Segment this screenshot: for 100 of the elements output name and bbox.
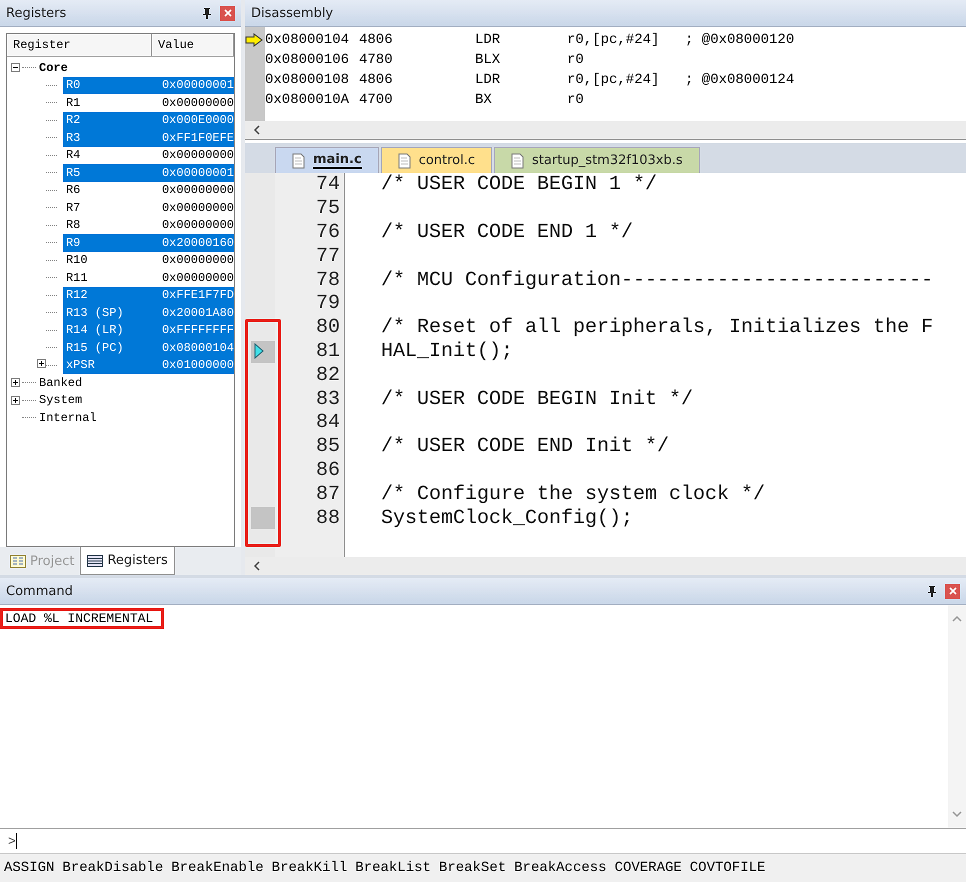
line-number: 81: [314, 340, 341, 364]
line-number: 83: [314, 387, 341, 411]
vertical-scrollbar[interactable]: [948, 605, 966, 828]
register-row[interactable]: R1 0x00000000: [62, 94, 234, 112]
line-number: 87: [314, 482, 341, 506]
register-value: 0x00000001: [162, 78, 234, 92]
panel-tab[interactable]: Registers: [80, 547, 175, 575]
line-number: 84: [314, 410, 341, 435]
register-name: xPSR: [64, 358, 96, 372]
tree-item[interactable]: Banked: [39, 376, 82, 390]
project-icon: [10, 554, 26, 568]
operands: r0: [567, 52, 585, 68]
address: 0x08000104: [265, 32, 350, 48]
opcode: 4806: [359, 72, 394, 88]
code-line: /* USER CODE BEGIN 1 */: [381, 173, 658, 196]
column-header[interactable]: Value: [152, 34, 234, 56]
code-line: /* Configure the system clock */: [381, 482, 766, 506]
register-name: R0: [64, 78, 82, 92]
register-row[interactable]: xPSR 0x01000000: [62, 356, 234, 374]
opcode: 4806: [359, 32, 394, 48]
register-row[interactable]: R12 0xFFE1F7FD: [62, 286, 234, 304]
opcode: 4780: [359, 52, 394, 68]
register-value: 0x00000000: [162, 253, 234, 268]
horizontal-scrollbar[interactable]: [245, 557, 966, 575]
register-name: R1: [64, 96, 82, 110]
mnemonic: BX: [475, 92, 493, 108]
register-row[interactable]: R11 0x00000000: [62, 269, 234, 286]
code-line: /* Reset of all peripherals, Initializes the F: [381, 316, 934, 340]
register-row[interactable]: R2 0x000E0000: [62, 112, 234, 129]
command-keyword: BreakAccess: [514, 860, 607, 876]
expand-toggle[interactable]: [11, 378, 21, 388]
register-row[interactable]: R13 (SP) 0x20001A80: [62, 304, 234, 322]
register-row[interactable]: R4 0x00000000: [62, 146, 234, 164]
comment: ; @0x08000124: [685, 72, 794, 88]
register-name: R4: [64, 148, 82, 162]
file-icon: [511, 152, 524, 168]
register-value: 0x000E0000: [162, 113, 234, 128]
register-name: R9: [64, 236, 82, 250]
opcode: 4700: [359, 92, 394, 108]
pin-icon[interactable]: [202, 7, 212, 19]
comment: ; @0x08000120: [685, 32, 794, 48]
expand-toggle[interactable]: [11, 63, 21, 72]
register-row[interactable]: R5 0x00000001: [62, 164, 234, 182]
register-row[interactable]: R8 0x00000000: [62, 216, 234, 234]
line-number: 77: [314, 244, 341, 268]
file-tab[interactable]: startup_stm32f103xb.s: [494, 147, 700, 173]
register-value: 0xFF1F0EFE: [162, 130, 234, 145]
panel-title: Registers: [6, 6, 68, 20]
line-number: 86: [314, 458, 341, 482]
file-tab[interactable]: main.c: [275, 147, 379, 173]
line-number: 79: [314, 292, 341, 316]
register-row[interactable]: R15 (PC) 0x08000104: [62, 339, 234, 356]
register-name: R15 (PC): [64, 340, 125, 355]
register-value: 0x00000000: [162, 96, 234, 110]
code-line: SystemClock_Config();: [381, 506, 634, 530]
operands: r0,[pc,#24]: [567, 32, 660, 48]
register-value: 0x00000000: [162, 148, 234, 162]
pin-icon[interactable]: [927, 585, 937, 597]
register-name: R5: [64, 166, 82, 180]
register-value: 0x08000104: [162, 340, 234, 355]
tree-item[interactable]: Internal: [39, 410, 97, 425]
line-number: 88: [314, 506, 341, 530]
register-value: 0x00000000: [162, 183, 234, 198]
tree-item[interactable]: System: [39, 393, 82, 408]
horizontal-scrollbar[interactable]: [245, 121, 966, 139]
register-name: R14 (LR): [64, 323, 125, 338]
line-number: 78: [314, 268, 341, 292]
register-name: R13 (SP): [64, 306, 125, 320]
register-row[interactable]: R6 0x00000000: [62, 182, 234, 199]
register-row[interactable]: R3 0xFF1F0EFE: [62, 129, 234, 146]
list-icon: [87, 554, 104, 566]
line-number: 82: [314, 363, 341, 388]
expand-toggle[interactable]: [11, 396, 21, 405]
file-icon: [292, 152, 305, 168]
register-row[interactable]: R14 (LR) 0xFFFFFFFF: [62, 322, 234, 339]
line-number: 75: [314, 196, 341, 221]
command-keyword: BreakKill: [272, 860, 348, 876]
register-value: 0x00000000: [162, 218, 234, 232]
register-name: R8: [64, 218, 82, 232]
register-value: 0xFFE1F7FD: [162, 288, 234, 302]
column-header[interactable]: Register: [7, 34, 152, 56]
register-row[interactable]: R9 0x20000160: [62, 234, 234, 252]
register-name: R12: [64, 288, 89, 302]
register-row[interactable]: R7 0x00000000: [62, 199, 234, 216]
address: 0x08000108: [265, 72, 350, 88]
register-row[interactable]: R0 0x00000001: [62, 76, 234, 94]
mnemonic: LDR: [475, 72, 502, 88]
register-value: 0x00000000: [162, 270, 234, 285]
close-icon: [224, 9, 232, 17]
register-row[interactable]: R10 0x00000000: [62, 252, 234, 269]
line-number: 85: [314, 434, 341, 459]
close-button[interactable]: [945, 584, 960, 598]
tree-item[interactable]: Core: [39, 60, 68, 75]
mnemonic: LDR: [475, 32, 502, 48]
close-button[interactable]: [220, 6, 235, 20]
command-output: LOAD %L INCREMENTAL: [0, 608, 164, 629]
code-line: /* USER CODE END Init */: [381, 435, 670, 458]
line-number: 80: [314, 316, 341, 340]
line-number: 74: [314, 173, 341, 197]
file-tab[interactable]: control.c: [380, 147, 492, 173]
